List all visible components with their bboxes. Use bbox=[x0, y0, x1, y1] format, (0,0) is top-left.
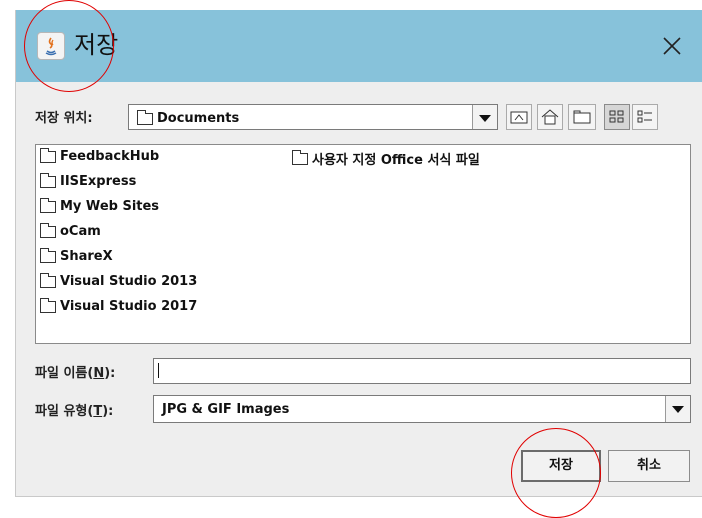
save-dialog: 저장 저장 위치: Documents FeedbackHub IISExpre… bbox=[15, 10, 702, 497]
file-list[interactable]: FeedbackHub IISExpress My Web Sites oCam… bbox=[35, 144, 691, 344]
home-icon bbox=[541, 109, 559, 125]
new-folder-icon bbox=[573, 110, 591, 124]
filetype-label: 파일 유형(T): bbox=[35, 404, 114, 419]
close-button[interactable] bbox=[658, 32, 686, 60]
folder-icon bbox=[40, 147, 56, 163]
filetype-value: JPG & GIF Images bbox=[162, 402, 290, 417]
list-view-button[interactable] bbox=[604, 104, 630, 130]
save-button[interactable]: 저장 bbox=[521, 450, 601, 482]
up-folder-icon bbox=[510, 111, 528, 124]
folder-icon bbox=[40, 172, 56, 188]
new-folder-button[interactable] bbox=[568, 104, 596, 130]
chevron-down-icon[interactable] bbox=[665, 396, 690, 422]
folder-icon bbox=[292, 149, 308, 165]
list-item[interactable]: FeedbackHub bbox=[40, 147, 159, 169]
list-item[interactable]: My Web Sites bbox=[40, 197, 159, 219]
details-view-button[interactable] bbox=[632, 104, 658, 130]
filetype-select[interactable]: JPG & GIF Images bbox=[153, 395, 691, 423]
chevron-down-icon[interactable] bbox=[472, 105, 497, 129]
list-view-icon bbox=[609, 110, 624, 123]
details-view-icon bbox=[637, 110, 652, 123]
location-label: 저장 위치: bbox=[35, 111, 93, 126]
location-value: Documents bbox=[157, 111, 240, 126]
up-folder-button[interactable] bbox=[506, 104, 532, 130]
dialog-title: 저장 bbox=[74, 31, 119, 59]
list-item[interactable]: Visual Studio 2013 bbox=[40, 272, 197, 294]
title-bar: 저장 bbox=[16, 10, 702, 82]
cancel-button[interactable]: 취소 bbox=[608, 450, 690, 482]
text-caret bbox=[158, 363, 159, 378]
folder-icon bbox=[40, 272, 56, 288]
location-select[interactable]: Documents bbox=[128, 104, 498, 130]
home-button[interactable] bbox=[537, 104, 563, 130]
list-item[interactable]: ShareX bbox=[40, 247, 113, 269]
list-item[interactable]: oCam bbox=[40, 222, 101, 244]
list-item[interactable]: Visual Studio 2017 bbox=[40, 297, 197, 319]
filename-label: 파일 이름(N): bbox=[35, 366, 116, 381]
folder-icon bbox=[40, 222, 56, 238]
java-icon bbox=[37, 32, 65, 60]
filename-input[interactable] bbox=[153, 358, 691, 384]
folder-icon bbox=[40, 197, 56, 213]
list-item[interactable]: 사용자 지정 Office 서식 파일 bbox=[292, 149, 480, 169]
list-item[interactable]: IISExpress bbox=[40, 172, 136, 194]
folder-icon bbox=[40, 297, 56, 313]
folder-icon bbox=[40, 247, 56, 263]
folder-icon bbox=[137, 110, 153, 125]
close-icon bbox=[663, 37, 681, 55]
